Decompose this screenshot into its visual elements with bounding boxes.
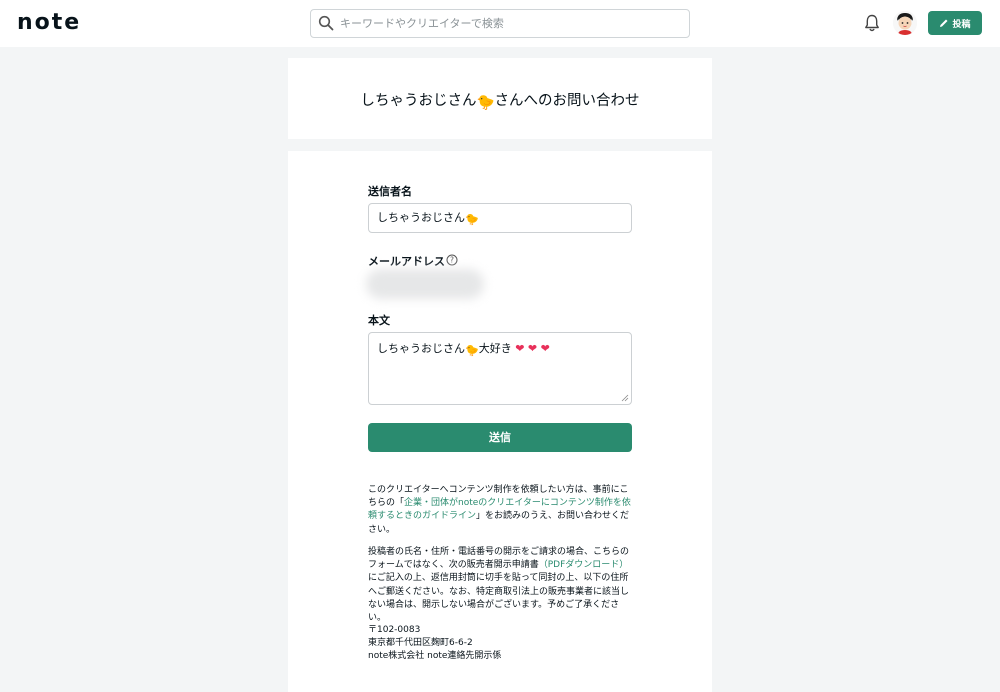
help-icon[interactable]: ? [446,254,458,266]
body-textarea[interactable]: しちゃうおじさん🐤大好き ❤ ❤ ❤ [368,332,632,405]
sender-name-input[interactable]: しちゃうおじさん🐤 [368,203,632,233]
notice-paragraph-2: 投稿者の氏名・住所・電話番号の開示をご請求の場合、こちらのフォームではなく、次の… [368,546,636,625]
creator-name: しちゃうおじさん [360,93,477,109]
chick-emoji: 🐤 [465,344,479,357]
avatar[interactable] [893,11,917,35]
email-label: メールアドレス [368,255,445,268]
contact-form: 送信者名 しちゃうおじさん🐤 メールアドレス ? 本文 しちゃうおじさん🐤大好き… [288,151,712,692]
notice-text: にご記入の上、返信用封筒に切手を貼って同封の上、以下の住所へご郵送ください。なお… [368,573,630,624]
svg-text:?: ? [450,256,454,265]
body-text: しちゃうおじさん [377,342,465,355]
title-card: しちゃうおじさん🐤さんへのお問い合わせ [288,58,712,139]
post-button[interactable]: 投稿 [928,11,982,35]
company-name: note株式会社 note連絡先開示係 [368,651,502,661]
chick-emoji: 🐤 [476,95,495,111]
postal-code: 〒102-0083 [368,625,421,635]
avatar-icon [893,11,917,35]
heart-icons: ❤ ❤ ❤ [515,342,550,355]
submit-button[interactable]: 送信 [368,423,632,452]
email-value-blurred [366,269,484,299]
notice-paragraph-1: このクリエイターへコンテンツ制作を依頼したい方は、事前にこちらの「企業・団体がn… [368,484,636,537]
search-icon [318,15,334,31]
note-logo[interactable]: note [17,10,81,35]
sender-name-value: しちゃうおじさん [377,211,465,224]
resize-handle-icon[interactable] [621,394,629,402]
sender-name-label: 送信者名 [368,185,412,198]
pdf-download-link[interactable]: （PDFダウンロード） [539,560,629,570]
bell-icon[interactable] [863,13,881,33]
address: 東京都千代田区麹町6-6-2 [368,638,473,648]
body-text-after: 大好き [478,342,512,355]
post-button-label: 投稿 [952,19,971,30]
title-suffix: さんへのお問い合わせ [494,93,640,109]
search-input[interactable] [340,10,680,37]
header: note 投稿 [0,0,1000,47]
search-box[interactable] [310,9,690,38]
body-label: 本文 [368,314,390,327]
chick-emoji: 🐤 [465,213,479,226]
page-title: しちゃうおじさん🐤さんへのお問い合わせ [288,89,712,111]
pencil-icon [940,19,948,27]
